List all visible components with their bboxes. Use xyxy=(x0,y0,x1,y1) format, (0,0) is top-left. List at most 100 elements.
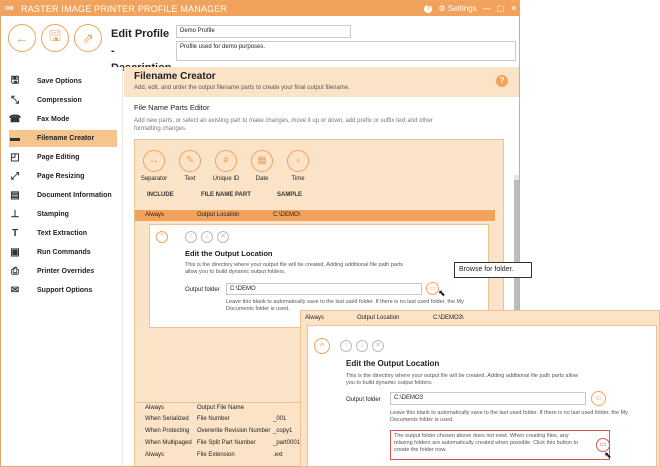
table-header: INCLUDE FILE NAME PART SAMPLE xyxy=(135,192,505,202)
delete-icon[interactable]: ✕ xyxy=(372,340,384,352)
sidebar-item-label: Save Options xyxy=(37,78,82,85)
folder-icon: ▬ xyxy=(10,133,20,144)
sidebar-item-label: Compression xyxy=(37,97,82,104)
minimize-button[interactable]: — xyxy=(483,4,491,13)
save-icon: 🖫 xyxy=(10,75,20,86)
zoomed-callout: Always Output Location C:\DEMO3\ ^ ↑ ↓ ✕… xyxy=(300,310,660,467)
sidebar-item-support-options[interactable]: ✉ Support Options xyxy=(9,282,117,299)
move-down-icon[interactable]: ↓ xyxy=(356,340,368,352)
separator-icon: ↔ xyxy=(143,150,165,172)
sidebar-item-label: Page Resizing xyxy=(37,173,85,180)
row-include: Always xyxy=(305,315,325,321)
move-down-icon[interactable]: ↓ xyxy=(201,231,213,243)
row-include: Always xyxy=(145,405,165,411)
warning-text: The output folder chosen above does not … xyxy=(394,433,579,453)
close-button[interactable]: ✕ xyxy=(510,4,517,13)
section-title: Filename Creator xyxy=(134,71,216,82)
sidebar-item-run-commands[interactable]: ▣ Run Commands xyxy=(9,244,117,261)
help-icon[interactable]: ? xyxy=(424,4,433,13)
browse-folder-button[interactable]: ▭ xyxy=(591,391,606,406)
hash-icon: # xyxy=(215,150,237,172)
zoom-table-row[interactable]: Always Output Location C:\DEMO3\ xyxy=(301,313,659,324)
section-description: Add, edit, and order the output filename… xyxy=(134,85,350,91)
row-sample: _001 xyxy=(273,416,287,422)
sidebar-item-compression[interactable]: ⤡ Compression xyxy=(9,92,117,109)
row-sample: _copy1 xyxy=(273,428,293,434)
move-up-icon[interactable]: ↑ xyxy=(340,340,352,352)
back-button[interactable]: ← xyxy=(8,24,36,52)
sidebar-item-label: Stamping xyxy=(37,211,69,218)
folder-add-icon: ▭ xyxy=(599,441,607,448)
delete-icon[interactable]: ✕ xyxy=(217,231,229,243)
collapse-icon[interactable]: ^ xyxy=(314,338,330,354)
app-logo: oo xyxy=(5,5,14,12)
sidebar-item-printer-overrides[interactable]: ⎙ Printer Overrides xyxy=(9,263,117,280)
scrollbar-thumb[interactable] xyxy=(514,180,519,320)
export-icon: ⇗ xyxy=(82,29,94,46)
date-button[interactable]: ▦ Date xyxy=(247,150,277,182)
export-button[interactable]: ⇗ xyxy=(74,24,102,52)
unique-id-button[interactable]: # Unique ID xyxy=(211,150,241,182)
maximize-button[interactable]: ▢ xyxy=(497,4,505,13)
move-up-icon[interactable]: ↑ xyxy=(185,231,197,243)
editor-title: File Name Parts Editor xyxy=(134,103,210,112)
sidebar-item-page-resizing[interactable]: ⤢ Page Resizing xyxy=(9,168,117,185)
sidebar-item-document-information[interactable]: ▤ Document Information xyxy=(9,187,117,204)
cursor-icon: ⬉ xyxy=(438,288,446,298)
calendar-icon: ▦ xyxy=(251,150,273,172)
row-sample: C:\DEMO3\ xyxy=(433,315,464,321)
sidebar-item-filename-creator[interactable]: ▬ Filename Creator xyxy=(9,130,117,147)
resize-icon: ⤢ xyxy=(11,171,19,182)
separator-button[interactable]: ↔ Separator xyxy=(139,150,169,182)
help-icon[interactable]: ? xyxy=(496,75,508,87)
terminal-icon: ▣ xyxy=(10,247,20,258)
sidebar-item-stamping[interactable]: ⊥ Stamping xyxy=(9,206,117,223)
output-folder-label: Output folder xyxy=(185,287,220,293)
sidebar-item-label: Filename Creator xyxy=(37,135,95,142)
output-folder-input[interactable]: C:\DEMO xyxy=(226,283,422,295)
row-include: When Protecting xyxy=(145,428,190,434)
document-icon: ▤ xyxy=(10,190,20,201)
sidebar-item-fax-mode[interactable]: ☎ Fax Mode xyxy=(9,111,117,128)
sidebar-item-save-options[interactable]: 🖫 Save Options xyxy=(9,73,117,90)
column-header-sample: SAMPLE xyxy=(277,192,303,198)
sidebar-item-label: Printer Overrides xyxy=(37,268,95,275)
text-icon: T xyxy=(11,228,19,239)
folder-icon: ▭ xyxy=(429,285,436,292)
zoom-edit-description: This is the directory where your output … xyxy=(346,373,579,386)
sidebar: 🖫 Save Options ⤡ Compression ☎ Fax Mode ▬ Fi… xyxy=(1,67,123,466)
row-part: File Number xyxy=(197,416,230,422)
row-part: File Extension xyxy=(197,452,235,458)
row-include: Always xyxy=(145,452,165,458)
settings-button[interactable]: ⚙ Settings xyxy=(438,4,476,13)
column-header-include: INCLUDE xyxy=(147,192,174,198)
row-sample: C:\DEMO\ xyxy=(273,212,301,218)
sidebar-item-label: Run Commands xyxy=(37,249,91,256)
table-row-selected[interactable]: Always Output Location C:\DEMO\ xyxy=(135,210,495,221)
sidebar-item-page-editing[interactable]: ◰ Page Editing xyxy=(9,149,117,166)
app-title: RASTER IMAGE PRINTER PROFILE MANAGER xyxy=(21,3,228,14)
browse-tooltip: Browse for folder. xyxy=(454,262,532,278)
profile-description-input[interactable]: Profile used for demo purposes. xyxy=(176,41,516,61)
sidebar-item-text-extraction[interactable]: T Text Extraction xyxy=(9,225,117,242)
cursor-icon: ⬉ xyxy=(604,450,612,460)
output-folder-label: Output folder xyxy=(346,397,381,403)
sidebar-item-label: Text Extraction xyxy=(37,230,88,237)
tool-label: Time xyxy=(291,176,305,182)
compress-icon: ⤡ xyxy=(11,95,19,106)
row-include: When Serialized xyxy=(145,416,189,422)
collapse-icon[interactable]: ^ xyxy=(156,231,168,243)
title-bar: oo RASTER IMAGE PRINTER PROFILE MANAGER … xyxy=(1,1,519,16)
sidebar-item-label: Support Options xyxy=(37,287,93,294)
row-include: Always xyxy=(145,212,165,218)
profile-name-input[interactable]: Demo Profile xyxy=(176,25,351,38)
output-folder-input[interactable]: C:\DEMO3 xyxy=(390,392,586,405)
tool-label: Separator xyxy=(140,176,168,182)
time-button[interactable]: › Time xyxy=(283,150,313,182)
printer-icon: ⎙ xyxy=(11,266,19,277)
row-part: Output Location xyxy=(197,212,240,218)
sidebar-item-label: Page Editing xyxy=(37,154,80,161)
output-folder-help: Leave this blank to automatically save t… xyxy=(390,410,628,423)
text-button[interactable]: ✎ Text xyxy=(175,150,205,182)
save-button[interactable]: 🖫 xyxy=(41,24,69,52)
